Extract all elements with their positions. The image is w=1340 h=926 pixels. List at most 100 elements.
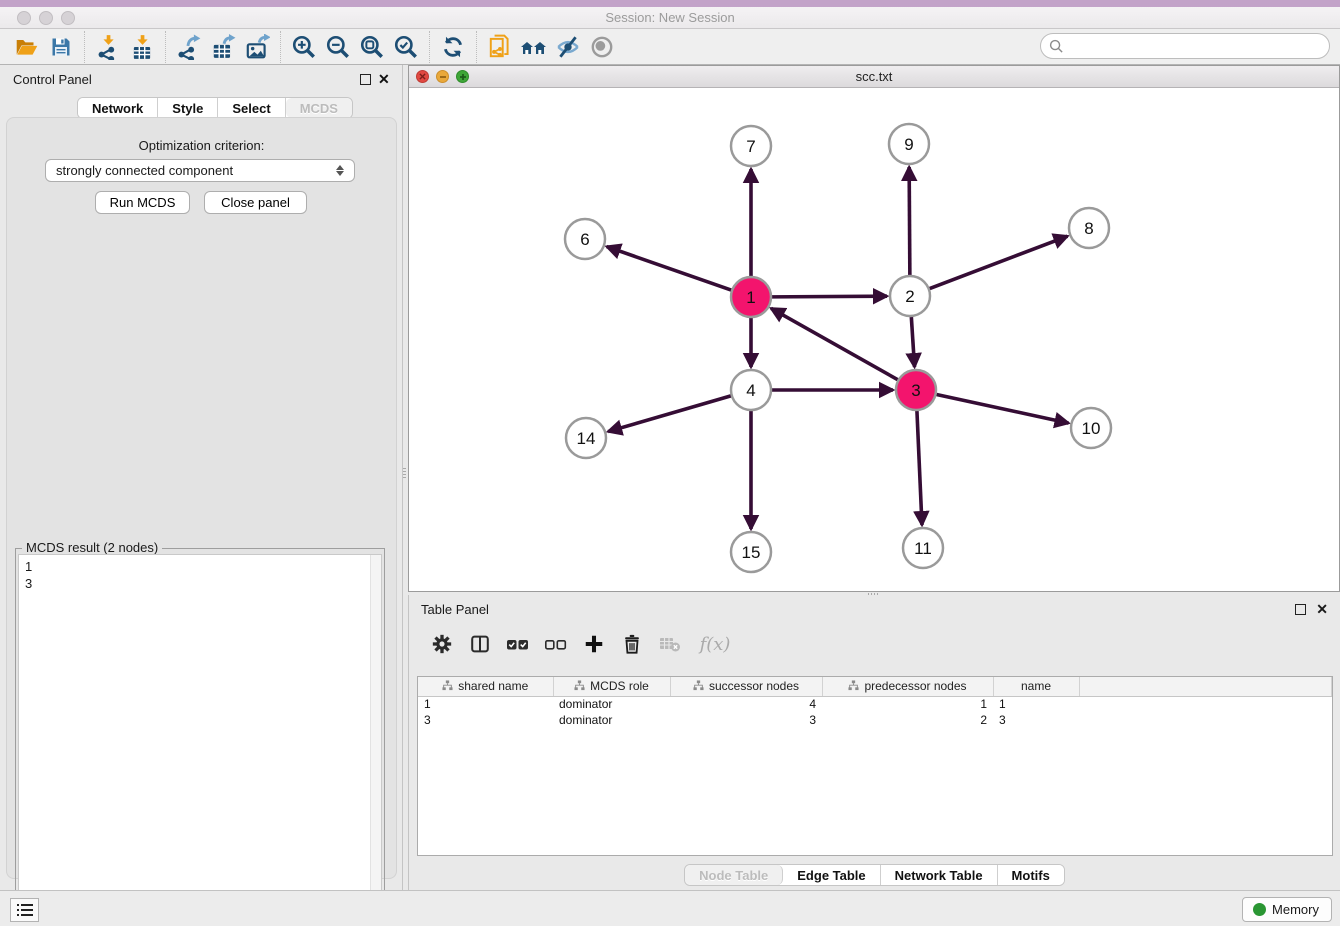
column-header-successor-nodes[interactable]: successor nodes: [670, 677, 822, 696]
select-all-checkboxes-icon: [505, 633, 531, 655]
control-panel: Control Panel ✕ Network Style Select MCD…: [0, 65, 403, 890]
export-table-button[interactable]: [206, 32, 240, 62]
tab-network[interactable]: Network: [78, 98, 158, 118]
graph-edge-4-14[interactable]: [608, 396, 731, 432]
tab-motifs[interactable]: Motifs: [998, 865, 1064, 885]
graph-node-label-8: 8: [1084, 219, 1093, 238]
create-column-button[interactable]: [579, 630, 609, 658]
table-cell[interactable]: dominator: [553, 696, 670, 712]
close-table-panel-icon[interactable]: ✕: [1316, 601, 1328, 618]
graph-edge-2-9[interactable]: [909, 167, 910, 275]
table-cell[interactable]: 3: [670, 712, 822, 728]
tab-network-table[interactable]: Network Table: [881, 865, 998, 885]
list-icon: [17, 903, 33, 917]
clone-network-button[interactable]: [483, 32, 517, 62]
import-network-icon: [95, 34, 121, 60]
criterion-dropdown[interactable]: strongly connected component: [45, 159, 355, 182]
float-table-panel-icon[interactable]: [1295, 604, 1306, 615]
import-network-button[interactable]: [91, 32, 125, 62]
column-header-predecessor-nodes[interactable]: predecessor nodes: [822, 677, 993, 696]
search-input[interactable]: [1069, 39, 1329, 54]
node-table[interactable]: shared name MCDS role successor nodes pr…: [417, 676, 1333, 856]
select-all-columns-button[interactable]: [503, 630, 533, 658]
graph-edge-1-6[interactable]: [607, 247, 731, 290]
table-cell[interactable]: dominator: [553, 712, 670, 728]
close-panel-button[interactable]: Close panel: [204, 191, 307, 214]
mcds-result-title: MCDS result (2 nodes): [22, 540, 162, 555]
deselect-all-columns-button[interactable]: [541, 630, 571, 658]
zoom-fit-button[interactable]: [355, 32, 389, 62]
tab-edge-table[interactable]: Edge Table: [783, 865, 880, 885]
graph-edge-3-11[interactable]: [917, 411, 922, 525]
network-canvas[interactable]: 7968124314101511: [409, 88, 1339, 591]
tab-mcds[interactable]: MCDS: [286, 98, 352, 118]
table-cell[interactable]: 2: [822, 712, 993, 728]
graph-edge-1-2[interactable]: [772, 296, 887, 297]
mcds-result-textarea[interactable]: 1 3: [18, 554, 382, 922]
table-cell[interactable]: 1: [993, 696, 1079, 712]
table-cell[interactable]: 1: [418, 696, 553, 712]
table-cell[interactable]: 4: [670, 696, 822, 712]
float-panel-icon[interactable]: [360, 74, 371, 85]
graph-edge-3-10[interactable]: [937, 394, 1069, 423]
control-panel-header: Control Panel ✕: [0, 65, 402, 93]
graph-node-label-9: 9: [904, 135, 913, 154]
column-header-mcds-role[interactable]: MCDS role: [553, 677, 670, 696]
table-cell[interactable]: 3: [418, 712, 553, 728]
table-row[interactable]: 3dominator323: [418, 712, 1332, 728]
close-panel-icon[interactable]: ✕: [378, 71, 390, 88]
delete-column-button[interactable]: [617, 630, 647, 658]
export-image-button[interactable]: [240, 32, 274, 62]
split-columns-icon: [469, 633, 491, 655]
zoom-in-magnifier-icon: [291, 34, 317, 60]
graph-edge-2-3[interactable]: [911, 317, 914, 367]
memory-status-icon: [1253, 903, 1266, 916]
graph-edge-3-1[interactable]: [771, 308, 898, 379]
delete-table-icon: [658, 633, 682, 655]
zoom-out-button[interactable]: [321, 32, 355, 62]
network-title: scc.txt: [409, 69, 1339, 84]
table-panel: Table Panel ✕: [408, 595, 1340, 890]
import-table-button[interactable]: [125, 32, 159, 62]
home-layout-button[interactable]: [517, 32, 551, 62]
table-panel-tabs: Node Table Edge Table Network Table Moti…: [684, 864, 1065, 886]
tab-node-table[interactable]: Node Table: [685, 865, 783, 885]
save-floppy-icon: [49, 35, 73, 59]
trash-icon: [621, 633, 643, 655]
split-panel-button[interactable]: [465, 630, 495, 658]
network-graph: 7968124314101511: [409, 88, 1339, 591]
apply-function-button-disabled: f(x): [693, 630, 737, 658]
table-settings-button[interactable]: [427, 630, 457, 658]
export-network-button[interactable]: [172, 32, 206, 62]
table-cell[interactable]: 3: [993, 712, 1079, 728]
zoom-selected-button[interactable]: [389, 32, 423, 62]
tab-select[interactable]: Select: [218, 98, 285, 118]
zoom-in-button[interactable]: [287, 32, 321, 62]
open-session-button[interactable]: [10, 32, 44, 62]
refresh-layout-button[interactable]: [436, 32, 470, 62]
toolbar-separator: [84, 31, 85, 63]
memory-button[interactable]: Memory: [1242, 897, 1332, 922]
search-box[interactable]: [1040, 33, 1330, 59]
delete-table-button-disabled: [655, 630, 685, 658]
table-cell[interactable]: 1: [822, 696, 993, 712]
show-hidden-button[interactable]: [585, 32, 619, 62]
refresh-arrows-icon: [440, 34, 466, 60]
column-header-shared-name[interactable]: shared name: [418, 677, 553, 696]
graph-node-label-1: 1: [746, 288, 755, 307]
status-bar: Memory: [0, 890, 1340, 926]
graph-node-label-7: 7: [746, 137, 755, 156]
graph-node-label-2: 2: [905, 287, 914, 306]
table-row[interactable]: 1dominator411: [418, 696, 1332, 712]
network-view-window: scc.txt 7968124314101511: [408, 65, 1340, 592]
hide-selected-button[interactable]: [551, 32, 585, 62]
run-mcds-button[interactable]: Run MCDS: [95, 191, 190, 214]
result-scrollbar[interactable]: [370, 555, 381, 921]
save-session-button[interactable]: [44, 32, 78, 62]
task-history-button[interactable]: [10, 898, 39, 922]
open-folder-icon: [14, 34, 40, 60]
graph-edge-2-8[interactable]: [930, 236, 1068, 288]
vertical-splitter[interactable]: [402, 466, 407, 480]
tab-style[interactable]: Style: [158, 98, 218, 118]
column-header-name[interactable]: name: [993, 677, 1079, 696]
